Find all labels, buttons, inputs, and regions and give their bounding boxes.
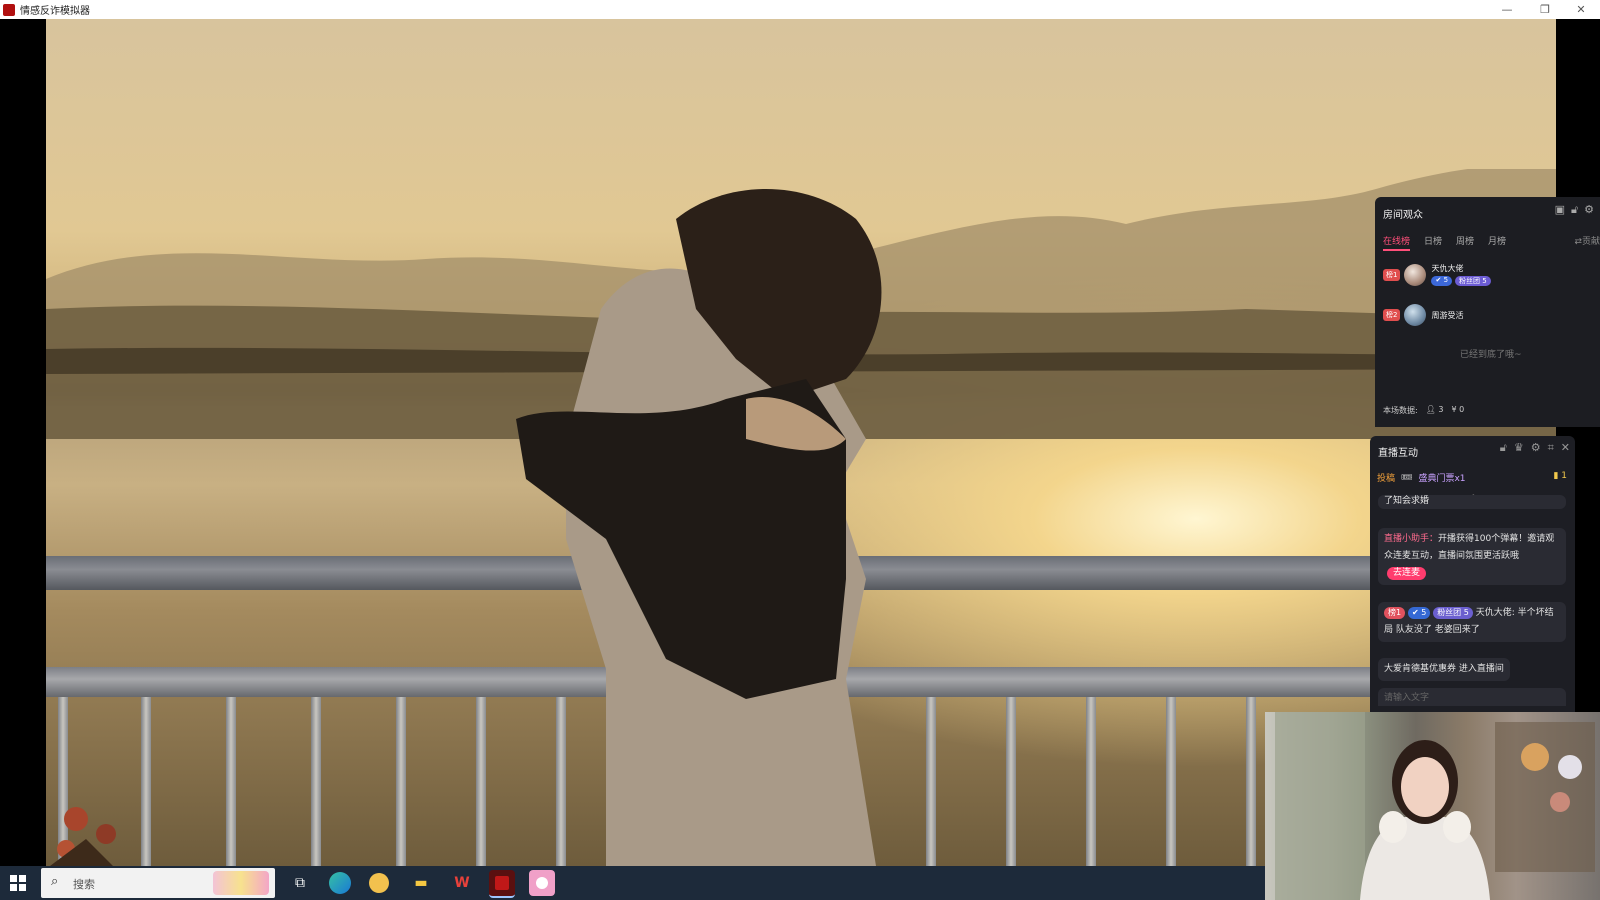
gift-icon[interactable]: ♛ [1514, 441, 1524, 455]
live-app-icon[interactable] [529, 870, 555, 896]
level-badge: ✔ 5 [1431, 276, 1453, 286]
chat-text: 大爱肯德基优惠券 进入直播间 [1384, 664, 1504, 674]
wps-icon[interactable]: W [449, 870, 475, 896]
streamer-figure [1275, 712, 1595, 900]
audience-panel-title: 房间观众 [1383, 210, 1423, 221]
tab-online-rank[interactable]: 在线榜 [1383, 234, 1411, 251]
gift-label: 投稿 [1377, 474, 1396, 484]
file-explorer-icon[interactable]: ▬ [408, 870, 434, 896]
rank-badge: 榜1 [1384, 607, 1406, 619]
taskbar-search[interactable]: ⌕ 搜索 [41, 868, 275, 898]
chat-username[interactable]: 天仇大佬: [1476, 608, 1515, 618]
go-connect-button[interactable]: 去连麦 [1387, 567, 1427, 580]
windows-taskbar: ⌕ 搜索 ⧉ ▬ W [0, 866, 1265, 900]
close-button[interactable]: ✕ [1562, 0, 1600, 19]
tab-weekly-rank[interactable]: 周榜 [1456, 234, 1474, 251]
rank-badge: 榜2 [1383, 309, 1401, 321]
window-title: 情感反诈模拟器 [20, 6, 90, 17]
yen-icon: ¥ [1451, 405, 1457, 414]
search-placeholder: 搜索 [73, 878, 95, 891]
viewer-name: 周游受活 [1431, 310, 1464, 320]
app-icon [3, 3, 15, 16]
tab-monthly-rank[interactable]: 月榜 [1488, 234, 1506, 251]
session-stats: 本场数据: 👤︎ 3 ¥ 0 [1383, 405, 1464, 416]
search-icon: ⌕ [51, 874, 59, 889]
folder-app-icon[interactable] [369, 873, 389, 893]
avatar[interactable] [1404, 263, 1427, 286]
gift-count: ▮ 1 [1553, 471, 1567, 481]
viewer-row[interactable]: 榜1 天仇大佬 ✔ 5 粉丝团 5 [1383, 263, 1491, 286]
chat-message-user: 榜1 ✔ 5 粉丝团 5 天仇大佬: 半个坏结局 队友没了 老婆回来了 [1378, 602, 1566, 642]
person-icon: 👤︎ [1425, 405, 1436, 414]
restore-button[interactable]: ❐ [1526, 0, 1564, 19]
avatar[interactable] [1404, 304, 1427, 326]
level-badge: ✔ 5 [1407, 607, 1431, 619]
interaction-panel-title: 直播互动 [1378, 448, 1418, 459]
task-view-icon[interactable]: ⧉ [287, 870, 313, 896]
stats-label: 本场数据: [1383, 406, 1418, 415]
system-sender: 直播小助手： [1384, 534, 1439, 544]
contribution-toggle[interactable]: ⇄贡献 [1574, 234, 1600, 247]
ticket-icon: 🎟︎ [1401, 472, 1413, 483]
revenue-stat: ¥ 0 [1451, 405, 1465, 414]
webcam-feed [1265, 712, 1600, 900]
close-icon[interactable]: ✕ [1561, 441, 1570, 455]
viewer-count-stat: 👤︎ 3 [1425, 405, 1444, 414]
red-app-icon[interactable] [489, 870, 515, 898]
copy-icon[interactable]: ▣ [1555, 203, 1565, 217]
window-titlebar: 情感反诈模拟器 — ❐ ✕ [0, 0, 1600, 19]
search-highlight-image [213, 871, 269, 895]
gift-summary: 投稿 🎟︎ 盛典门票x1 [1377, 471, 1466, 485]
lock-icon[interactable]: 🔓︎ [1571, 203, 1578, 217]
pin-icon[interactable]: ⌗ [1548, 441, 1554, 455]
tab-daily-rank[interactable]: 日榜 [1424, 234, 1442, 251]
foreground-flowers [50, 807, 116, 866]
chat-input[interactable]: 请输入文字 [1378, 688, 1566, 706]
gift-name: 盛典门票x1 [1418, 474, 1466, 484]
fan-club-badge: 粉丝团 5 [1455, 276, 1491, 286]
minimize-button[interactable]: — [1488, 0, 1526, 19]
edge-browser-icon[interactable] [329, 872, 351, 894]
end-of-list-tip: 已经到底了哦~ [1460, 350, 1522, 360]
live-interaction-panel: 直播互动 🔓︎ ♛ ⚙ ⌗ ✕ 投稿 🎟︎ 盛典门票x1 ▮ 1 ⌃ 了知会求婚… [1370, 436, 1575, 712]
room-audience-panel: 房间观众 ▣ 🔓︎ ⚙ 在线榜 日榜 周榜 月榜 ⇄贡献 榜1 天仇大佬 ✔ 5… [1375, 197, 1600, 427]
windows-start-icon[interactable] [10, 875, 26, 891]
lock-icon[interactable]: 🔓︎ [1500, 441, 1507, 455]
chat-message: 了知会求婚 [1378, 495, 1566, 509]
chat-message-system: 直播小助手：开播获得100个弹幕！邀请观众连麦互动，直播间氛围更活跃哦 去连麦 [1378, 528, 1566, 585]
settings-icon[interactable]: ⚙ [1531, 441, 1541, 455]
viewer-row[interactable]: 榜2 周游受活 [1383, 304, 1463, 326]
rank-badge: 榜1 [1383, 268, 1401, 281]
viewer-name: 天仇大佬 [1431, 264, 1464, 273]
settings-icon[interactable]: ⚙ [1584, 203, 1594, 217]
chat-message-enter: 大爱肯德基优惠券 进入直播间 [1378, 658, 1510, 681]
fan-club-badge: 粉丝团 5 [1433, 607, 1473, 619]
